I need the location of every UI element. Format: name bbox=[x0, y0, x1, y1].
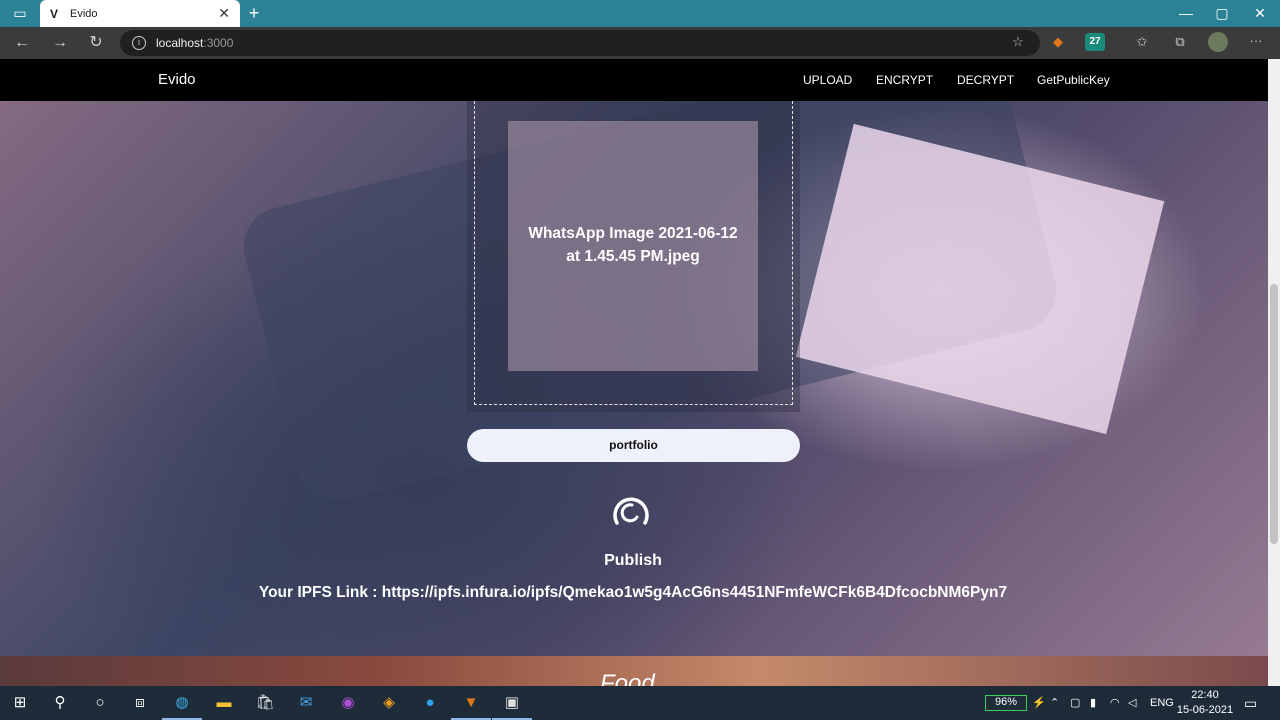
task-view-icon[interactable]: ⧈ bbox=[120, 686, 160, 720]
wifi-icon[interactable]: ◠ bbox=[1110, 686, 1120, 720]
browser-toolbar: ← → ↻ i localhost :3000 ☆ ◆ 27 ✩ ⧉ ··· bbox=[0, 27, 1280, 59]
docker-icon[interactable]: ● bbox=[410, 686, 450, 720]
tab-title: Evido bbox=[70, 7, 98, 20]
page-scrollbar[interactable] bbox=[1268, 59, 1280, 686]
truffle-icon[interactable]: ▼ bbox=[451, 686, 491, 720]
power-icon[interactable]: ⚡ bbox=[1032, 686, 1046, 720]
store-icon[interactable]: 🛍 bbox=[245, 686, 285, 720]
tab-actions-icon[interactable]: ▭ bbox=[8, 5, 32, 22]
maximize-window-icon[interactable]: ▢ bbox=[1212, 5, 1232, 22]
refresh-icon[interactable]: ↻ bbox=[84, 27, 108, 59]
add-favorite-icon[interactable]: ☆ bbox=[1008, 34, 1028, 50]
messenger-icon[interactable]: ◉ bbox=[328, 686, 368, 720]
volume-icon[interactable]: ◁ bbox=[1128, 686, 1136, 720]
terminal-icon[interactable]: ▣ bbox=[492, 686, 532, 720]
profile-avatar[interactable] bbox=[1208, 32, 1228, 52]
settings-more-icon[interactable]: ··· bbox=[1246, 33, 1266, 48]
site-brand[interactable]: Evido bbox=[158, 71, 196, 88]
favorites-icon[interactable]: ✩ bbox=[1132, 34, 1152, 50]
file-name-line1: WhatsApp Image 2021-06-12 bbox=[528, 225, 738, 242]
nav-get-public-key[interactable]: GetPublicKey bbox=[1037, 73, 1110, 87]
clock-date: 15-06-2021 bbox=[1176, 704, 1234, 716]
address-port: :3000 bbox=[203, 36, 234, 50]
address-host: localhost bbox=[156, 36, 204, 50]
battery-indicator[interactable]: 96% bbox=[985, 695, 1027, 711]
nav-upload[interactable]: UPLOAD bbox=[803, 73, 852, 87]
system-clock[interactable]: 22:40 15-06-2021 bbox=[1176, 688, 1234, 718]
site-favicon-icon: V bbox=[50, 6, 59, 21]
nav-encrypt[interactable]: ENCRYPT bbox=[876, 73, 933, 87]
clock-time: 22:40 bbox=[1191, 689, 1219, 701]
extension-badge-icon[interactable]: 27 bbox=[1085, 33, 1105, 51]
site-info-icon[interactable]: i bbox=[132, 36, 146, 50]
next-section-title: Food bbox=[600, 670, 655, 686]
search-icon[interactable]: ⚲ bbox=[40, 686, 80, 720]
microphone-icon[interactable]: ▮ bbox=[1090, 686, 1096, 720]
ipfs-link[interactable]: Your IPFS Link : https://ipfs.infura.io/… bbox=[100, 584, 1166, 602]
close-tab-icon[interactable]: ✕ bbox=[218, 5, 230, 22]
tray-app-icon[interactable]: ▢ bbox=[1070, 686, 1080, 720]
forward-arrow-icon[interactable]: → bbox=[48, 27, 72, 59]
cortana-icon[interactable]: ○ bbox=[80, 686, 120, 720]
address-bar[interactable]: i localhost :3000 bbox=[120, 30, 1040, 56]
app-icon[interactable]: ◈ bbox=[369, 686, 409, 720]
browser-tab[interactable]: V Evido ✕ bbox=[40, 0, 240, 27]
mail-icon[interactable]: ✉ bbox=[286, 686, 326, 720]
publish-button[interactable]: Publish bbox=[500, 552, 766, 570]
new-tab-icon[interactable]: + bbox=[244, 3, 264, 24]
loading-spinner-icon bbox=[613, 497, 649, 525]
nav-decrypt[interactable]: DECRYPT bbox=[957, 73, 1014, 87]
site-navbar: Evido UPLOAD ENCRYPT DECRYPT GetPublicKe… bbox=[0, 59, 1268, 101]
metamask-extension-icon[interactable]: ◆ bbox=[1048, 34, 1068, 50]
browser-title-bar: ▭ V Evido ✕ + — ▢ ✕ bbox=[0, 0, 1280, 27]
windows-start-icon[interactable]: ⊞ bbox=[0, 686, 40, 720]
close-window-icon[interactable]: ✕ bbox=[1250, 5, 1270, 22]
file-name-line2: at 1.45.45 PM.jpeg bbox=[566, 248, 700, 265]
tray-chevron-icon[interactable]: ⌃ bbox=[1050, 686, 1059, 720]
language-indicator[interactable]: ENG bbox=[1150, 686, 1174, 720]
edge-browser-icon[interactable]: ◍ bbox=[162, 686, 202, 720]
back-arrow-icon[interactable]: ← bbox=[10, 27, 34, 59]
minimize-window-icon[interactable]: — bbox=[1176, 5, 1196, 21]
notifications-icon[interactable]: ▭ bbox=[1244, 686, 1257, 720]
windows-taskbar: ⊞ ⚲ ○ ⧈ ◍ ▬ 🛍 ✉ ◉ ◈ ● ▼ ▣ 96% ⚡ ⌃ ▢ ▮ ◠ … bbox=[0, 686, 1280, 720]
file-explorer-icon[interactable]: ▬ bbox=[204, 686, 244, 720]
name-input[interactable]: portfolio bbox=[467, 429, 800, 462]
collections-icon[interactable]: ⧉ bbox=[1170, 34, 1190, 50]
scrollbar-thumb[interactable] bbox=[1270, 284, 1278, 544]
file-name: WhatsApp Image 2021-06-12 at 1.45.45 PM.… bbox=[508, 222, 758, 268]
web-page: Evido UPLOAD ENCRYPT DECRYPT GetPublicKe… bbox=[0, 59, 1268, 686]
